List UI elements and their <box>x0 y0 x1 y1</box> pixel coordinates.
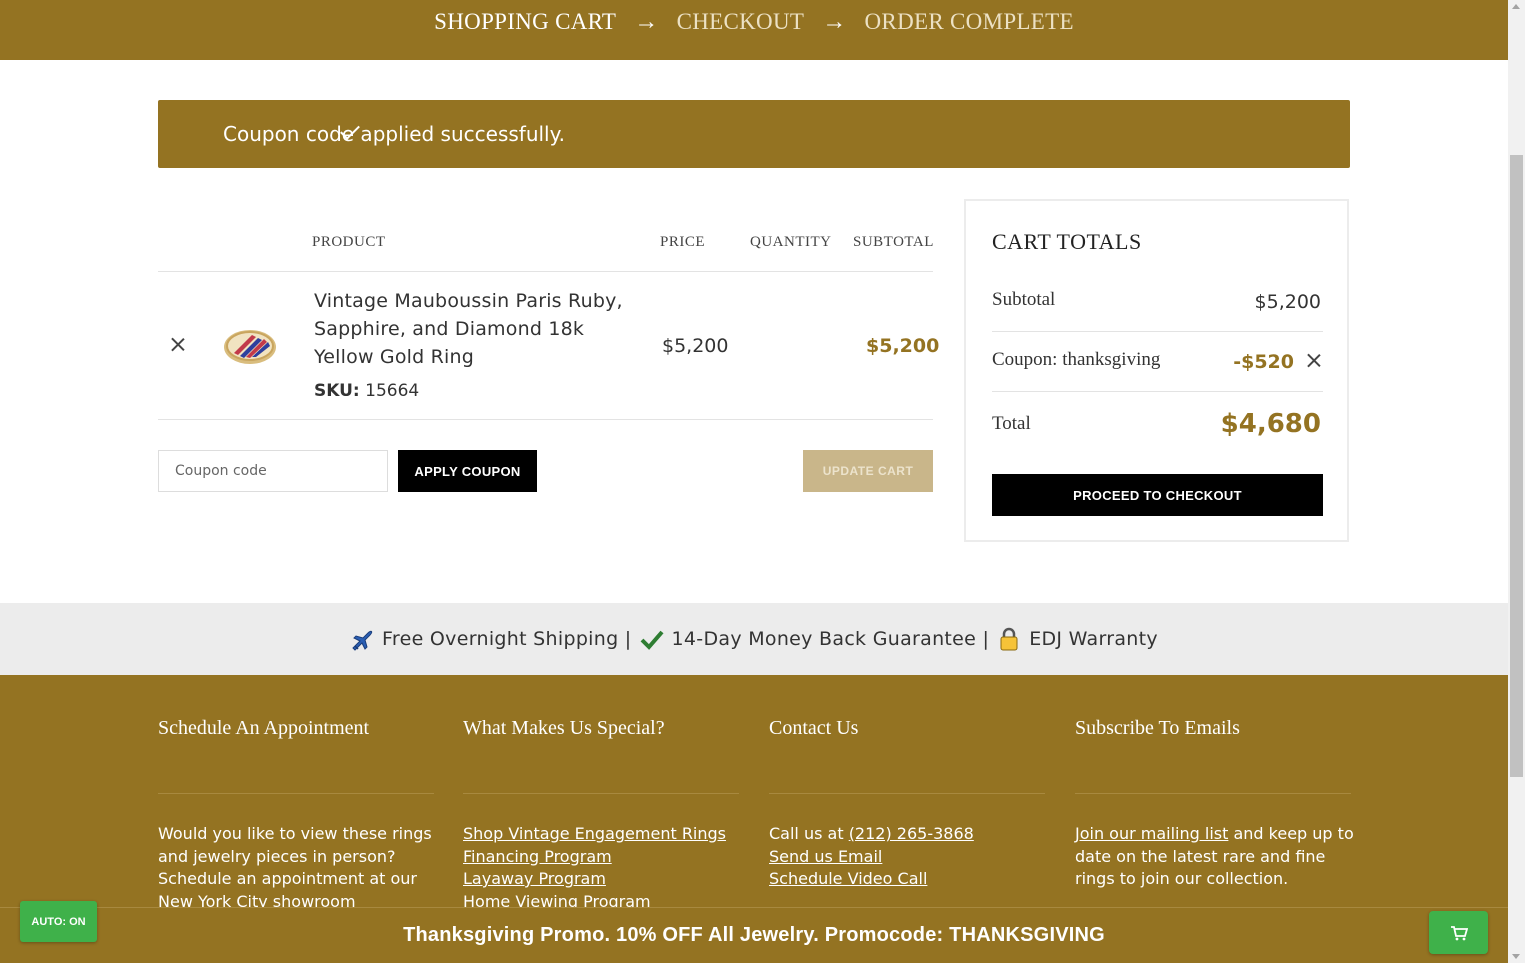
product-thumbnail[interactable] <box>222 322 278 368</box>
update-cart-button[interactable]: UPDATE CART <box>803 450 933 492</box>
divider <box>1075 793 1351 794</box>
remove-coupon-icon[interactable] <box>1305 352 1323 370</box>
product-sku: SKU: 15664 <box>314 381 419 401</box>
auto-toggle-button[interactable]: AUTO: ON <box>20 901 97 942</box>
success-notice: Coupon code applied successfully. <box>158 100 1350 168</box>
page-scrollbar[interactable] <box>1508 0 1525 963</box>
subscribe-text: Join our mailing list and keep up to dat… <box>1075 823 1360 891</box>
remove-item-icon[interactable] <box>168 335 188 355</box>
footer-heading: What Makes Us Special? <box>463 717 665 739</box>
scroll-up-icon[interactable] <box>1512 4 1520 9</box>
product-name-link[interactable]: Vintage Mauboussin Paris Ruby, Sapphire,… <box>314 287 634 371</box>
header-product: PRODUCT <box>312 234 386 250</box>
checkmark-icon <box>640 630 664 650</box>
footer-heading: Schedule An Appointment <box>158 717 370 739</box>
total-label: Total <box>992 413 1031 434</box>
header-quantity: QUANTITY <box>750 234 832 250</box>
video-call-link[interactable]: Schedule Video Call <box>769 869 927 888</box>
promo-text: Thanksgiving Promo. 10% OFF All Jewelry.… <box>403 924 1105 946</box>
promo-banner: Thanksgiving Promo. 10% OFF All Jewelry.… <box>0 907 1508 963</box>
special-links: Shop Vintage Engagement Rings Financing … <box>463 823 753 913</box>
lock-icon <box>1000 627 1018 651</box>
airplane-icon <box>352 630 373 651</box>
coupon-code-input[interactable] <box>158 450 388 492</box>
scrollbar-thumb[interactable] <box>1510 155 1523 777</box>
perk-guarantee: 14-Day Money Back Guarantee | <box>671 628 990 650</box>
footer-heading: Subscribe To Emails <box>1075 717 1240 739</box>
step-order-complete: ORDER COMPLETE <box>864 9 1074 34</box>
step-arrow-icon: → <box>634 8 659 35</box>
perk-warranty: EDJ Warranty <box>1029 628 1158 650</box>
appointment-text: Would you like to view these rings and j… <box>158 824 432 911</box>
cart-icon <box>1450 925 1468 940</box>
footer-heading: Contact Us <box>769 717 859 739</box>
subtotal-label: Subtotal <box>992 289 1056 310</box>
footer-link-engagement-rings[interactable]: Shop Vintage Engagement Rings <box>463 824 726 843</box>
item-subtotal: $5,200 <box>866 335 940 357</box>
sku-label: SKU: <box>314 381 360 401</box>
footer-link-financing[interactable]: Financing Program <box>463 847 612 866</box>
proceed-to-checkout-button[interactable]: PROCEED TO CHECKOUT <box>992 474 1323 516</box>
scroll-down-icon[interactable] <box>1512 954 1520 959</box>
step-shopping-cart[interactable]: SHOPPING CART <box>434 9 616 35</box>
perks-bar: Free Overnight Shipping | 14-Day Money B… <box>0 603 1508 675</box>
mailing-list-link[interactable]: Join our mailing list <box>1075 824 1228 843</box>
divider <box>158 793 434 794</box>
total-value: $4,680 <box>1220 409 1321 439</box>
divider <box>463 793 739 794</box>
coupon-label: Coupon: thanksgiving <box>992 349 1161 370</box>
perk-shipping: Free Overnight Shipping | <box>382 628 632 650</box>
divider <box>769 793 1045 794</box>
footer-link-layaway[interactable]: Layaway Program <box>463 869 606 888</box>
step-checkout[interactable]: CHECKOUT <box>677 9 805 35</box>
cart-totals-panel: CART TOTALS Subtotal $5,200 Coupon: than… <box>964 199 1349 542</box>
header-price: PRICE <box>660 234 706 250</box>
call-prefix: Call us at <box>769 824 844 843</box>
email-link[interactable]: Send us Email <box>769 847 882 866</box>
cart-floating-button[interactable] <box>1429 911 1488 954</box>
divider <box>158 271 933 272</box>
coupon-discount-value: -$520 <box>1233 351 1294 373</box>
checkout-steps: SHOPPING CART → CHECKOUT → ORDER COMPLET… <box>0 0 1508 60</box>
sku-value: 15664 <box>365 381 420 401</box>
divider <box>158 419 933 420</box>
apply-coupon-button[interactable]: APPLY COUPON <box>398 450 537 492</box>
cart-totals-title: CART TOTALS <box>992 229 1142 254</box>
divider <box>992 331 1323 332</box>
divider <box>992 391 1323 392</box>
step-arrow-icon: → <box>822 8 847 35</box>
phone-link[interactable]: (212) 265-3868 <box>849 824 974 843</box>
notice-message: Coupon code applied successfully. <box>223 122 565 146</box>
subtotal-value: $5,200 <box>1254 291 1321 313</box>
header-subtotal: SUBTOTAL <box>853 234 934 250</box>
contact-text: Call us at (212) 265-3868 Send us Email … <box>769 823 1059 891</box>
item-price: $5,200 <box>662 335 729 357</box>
